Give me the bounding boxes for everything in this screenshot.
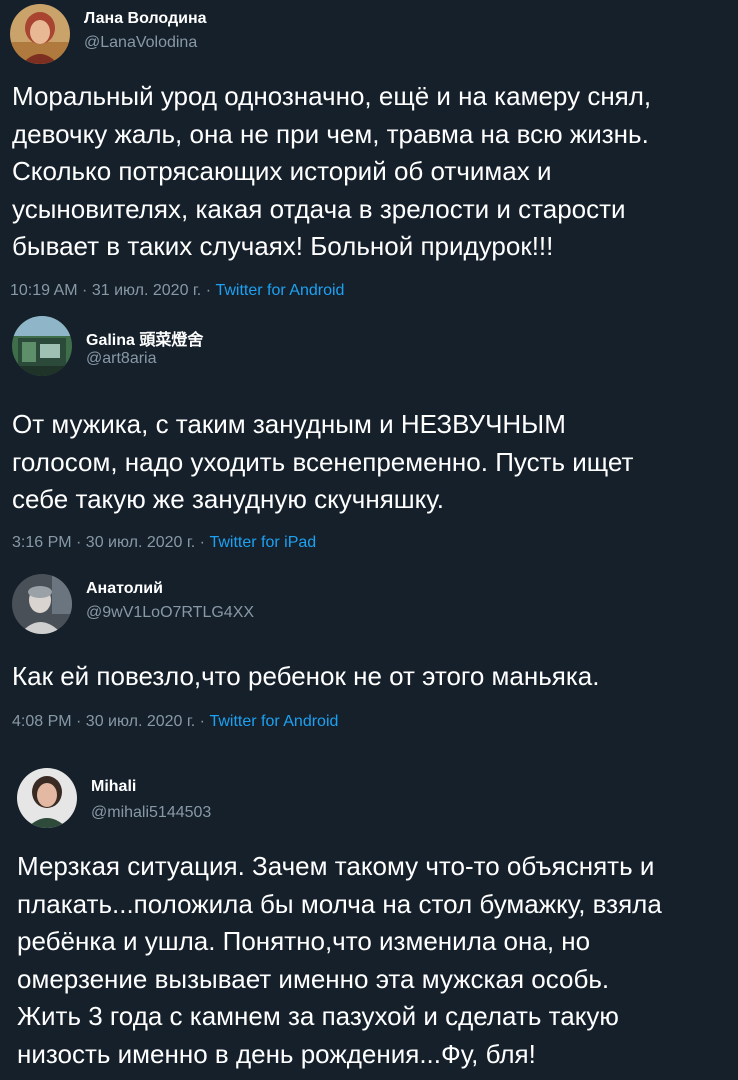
display-name[interactable]: Анатолий: [86, 580, 163, 598]
avatar-photo-icon: [12, 316, 72, 376]
avatar[interactable]: [12, 316, 72, 376]
display-name[interactable]: Mihali: [91, 778, 136, 796]
timestamp[interactable]: 10:19 AM · 31 июл. 2020 г. ·: [10, 282, 215, 299]
user-handle[interactable]: @LanaVolodina: [84, 34, 197, 52]
avatar[interactable]: [17, 768, 77, 828]
avatar[interactable]: [12, 574, 72, 634]
source-link[interactable]: Twitter for Android: [215, 282, 344, 299]
tweet-text: Моральный урод однозначно, ещё и на каме…: [12, 81, 652, 261]
display-name[interactable]: Galina 頭菜燈舍: [86, 326, 203, 350]
tweet-feed: Лана Володина @LanaVolodina Моральный ур…: [0, 0, 738, 1080]
source-link[interactable]: Twitter for Android: [209, 713, 338, 730]
source-link[interactable]: Twitter for iPad: [209, 534, 316, 551]
avatar-photo-icon: [17, 768, 77, 828]
user-handle[interactable]: @mihali5144503: [91, 804, 211, 822]
tweet-text: Мерзкая ситуация. Зачем такому что-то об…: [17, 851, 662, 1069]
tweet-meta: 10:19 AM · 31 июл. 2020 г. · Twitter for…: [10, 282, 344, 300]
tweet[interactable]: Mihali @mihali5144503 Мерзкая ситуация. …: [0, 750, 738, 1080]
display-name[interactable]: Лана Володина: [84, 10, 207, 28]
tweet-text: От мужика, с таким занудным и НЕЗВУЧНЫМ …: [12, 409, 634, 514]
timestamp[interactable]: 4:08 PM · 30 июл. 2020 г. ·: [12, 713, 209, 730]
user-handle[interactable]: @9wV1LoO7RTLG4XX: [86, 604, 254, 622]
avatar-photo-icon: [10, 4, 70, 64]
tweet-meta: 3:16 PM · 30 июл. 2020 г. · Twitter for …: [12, 534, 316, 552]
avatar-photo-icon: [12, 574, 72, 634]
timestamp[interactable]: 3:16 PM · 30 июл. 2020 г. ·: [12, 534, 209, 551]
user-handle[interactable]: @art8aria: [86, 350, 157, 368]
tweet-text: Как ей повезло,что ребенок не от этого м…: [12, 661, 600, 691]
tweet[interactable]: Анатолий @9wV1LoO7RTLG4XX Как ей повезло…: [0, 570, 738, 750]
tweet-meta: 4:08 PM · 30 июл. 2020 г. · Twitter for …: [12, 713, 338, 731]
tweet[interactable]: Galina 頭菜燈舍 @art8aria От мужика, с таким…: [0, 310, 738, 570]
tweet[interactable]: Лана Володина @LanaVolodina Моральный ур…: [0, 0, 738, 310]
avatar[interactable]: [10, 4, 70, 64]
